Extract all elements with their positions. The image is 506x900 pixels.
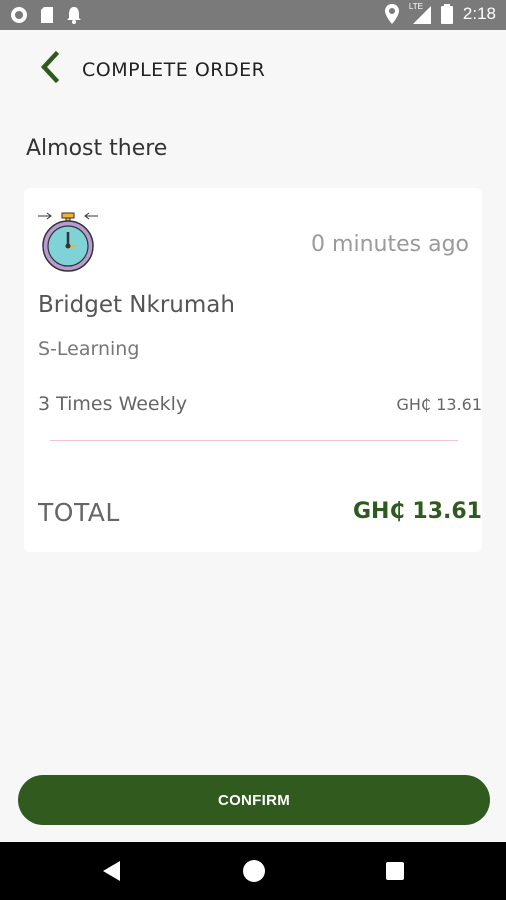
- line-price: GH₵ 13.61: [396, 395, 483, 414]
- status-time: 2:18: [462, 4, 496, 23]
- stopwatch-icon: [38, 212, 98, 272]
- status-bar-right: LTE 2:18: [384, 2, 496, 24]
- total-value: GH₵ 13.61: [352, 499, 482, 524]
- order-card: 0 minutes ago Bridget Nkrumah S-Learning…: [24, 188, 482, 552]
- service-name: S-Learning: [38, 338, 140, 360]
- home-circle-icon[interactable]: [243, 860, 265, 882]
- status-bar-left: [10, 6, 82, 24]
- recents-square-icon[interactable]: [386, 862, 404, 880]
- signal-indicator: LTE: [409, 2, 431, 24]
- battery-icon: [440, 4, 453, 24]
- system-nav-bar: [0, 842, 506, 900]
- total-label: TOTAL: [38, 498, 120, 527]
- divider: [50, 440, 458, 441]
- signal-icon: [412, 6, 431, 24]
- app-header: COMPLETE ORDER: [0, 30, 506, 110]
- page-subtitle: Almost there: [26, 136, 168, 161]
- notification-bell-icon: [67, 7, 81, 24]
- order-time-ago: 0 minutes ago: [311, 232, 469, 257]
- page-title: COMPLETE ORDER: [82, 59, 266, 81]
- confirm-button[interactable]: CONFIRM: [18, 775, 490, 825]
- status-bar: LTE 2:18: [0, 0, 506, 30]
- customer-name: Bridget Nkrumah: [38, 292, 235, 318]
- location-icon: [384, 4, 399, 24]
- back-triangle-icon[interactable]: [103, 861, 120, 881]
- frequency-label: 3 Times Weekly: [38, 393, 188, 415]
- circle-icon: [11, 7, 27, 23]
- sd-card-icon: [41, 7, 53, 23]
- back-button[interactable]: [36, 50, 66, 84]
- chevron-left-icon: [40, 50, 60, 84]
